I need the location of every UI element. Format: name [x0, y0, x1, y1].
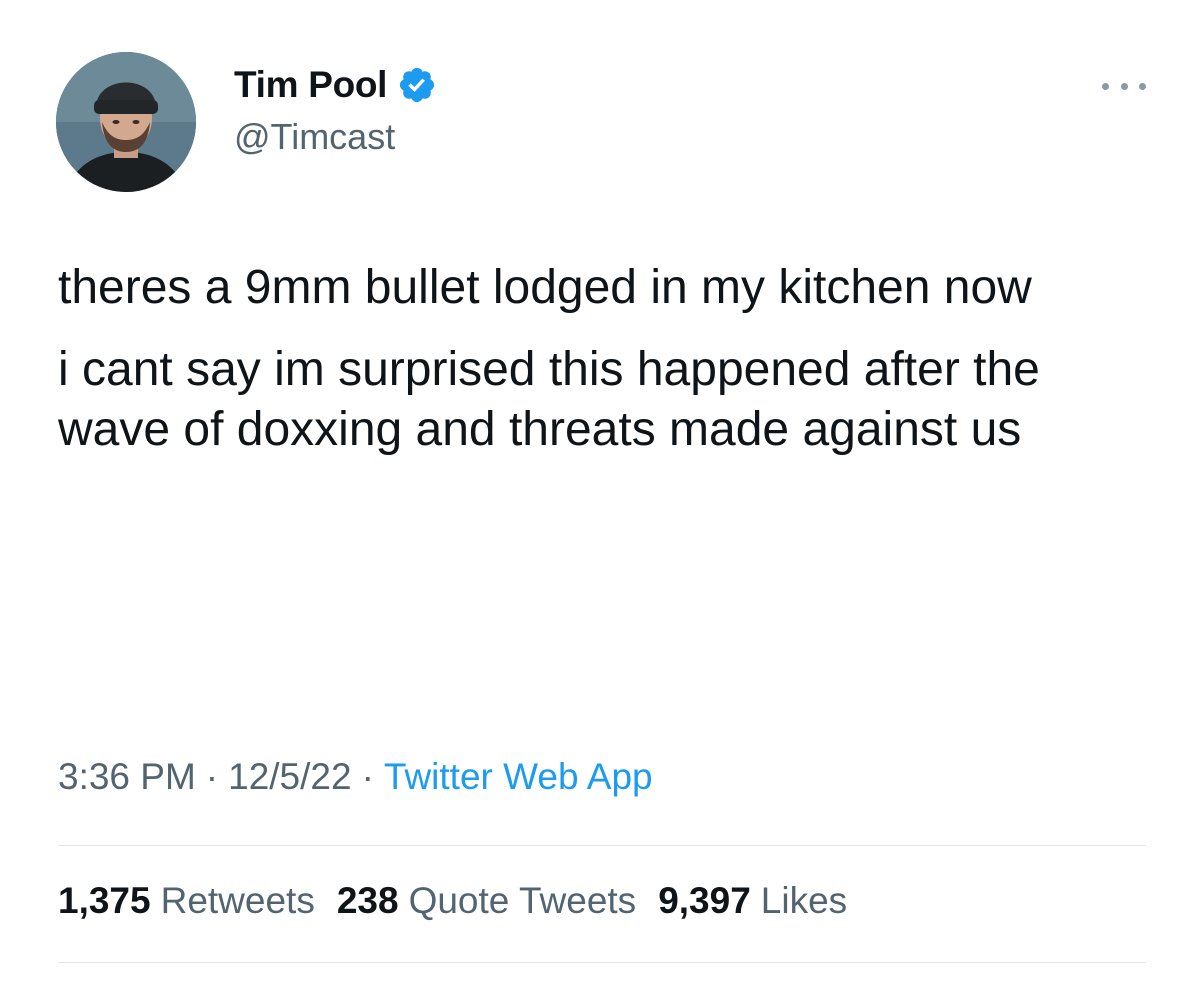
tweet-date[interactable]: 12/5/22 [228, 756, 351, 797]
quote-tweets-label: Quote Tweets [408, 880, 637, 921]
handle[interactable]: @Timcast [234, 116, 395, 158]
dot [1139, 82, 1146, 90]
likes-stat[interactable]: 9,397 Likes [658, 880, 847, 922]
tweet-paragraph: i cant say im surprised this happened af… [58, 343, 1040, 456]
tweet-text: theres a 9mm bullet lodged in my kitchen… [58, 258, 1148, 482]
tweet-paragraph: theres a 9mm bullet lodged in my kitchen… [58, 261, 1032, 314]
quote-tweets-stat[interactable]: 238 Quote Tweets [337, 880, 636, 922]
likes-label: Likes [760, 880, 848, 921]
meta-separator: · [205, 756, 219, 797]
more-options-icon[interactable] [1102, 78, 1146, 94]
divider [58, 962, 1146, 963]
divider [58, 845, 1146, 846]
tweet-header: Tim Pool @Timcast [56, 52, 1156, 192]
avatar[interactable] [56, 52, 196, 192]
name-row: Tim Pool [234, 62, 437, 108]
verified-badge-icon [397, 65, 437, 105]
tweet-stats: 1,375 Retweets 238 Quote Tweets 9,397 Likes [58, 880, 869, 922]
dot [1120, 82, 1128, 90]
display-name[interactable]: Tim Pool [234, 64, 387, 106]
retweets-stat[interactable]: 1,375 Retweets [58, 880, 315, 922]
retweets-label: Retweets [160, 880, 315, 921]
meta-separator: · [361, 756, 374, 797]
quote-tweets-count: 238 [336, 880, 399, 921]
tweet-meta: 3:36 PM · 12/5/22 · Twitter Web App [58, 756, 653, 798]
tweet-source-link[interactable]: Twitter Web App [384, 756, 653, 797]
dot [1102, 82, 1109, 90]
tweet-time[interactable]: 3:36 PM [58, 756, 196, 797]
likes-count: 9,397 [658, 880, 751, 921]
retweets-count: 1,375 [58, 880, 151, 921]
profile-photo-icon [56, 52, 196, 192]
